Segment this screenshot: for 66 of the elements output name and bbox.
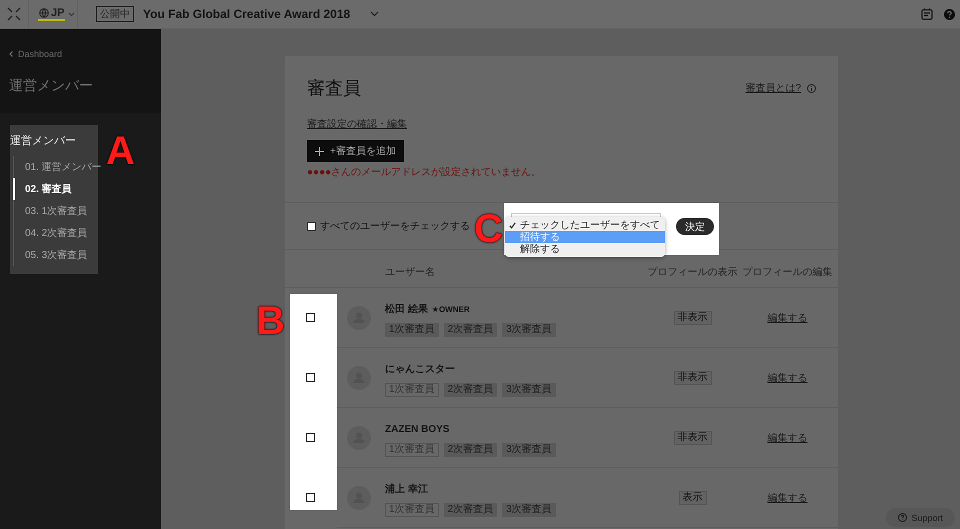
menu-option[interactable]: 解除する (505, 243, 665, 255)
checkbox[interactable] (306, 433, 315, 442)
role-tag: 3次審査員 (502, 382, 556, 396)
role-tag: 2次審査員 (444, 502, 498, 516)
checkbox[interactable] (306, 493, 315, 502)
column-header: ユーザー名 (385, 266, 436, 278)
visibility-badge[interactable]: 非表示 (674, 430, 712, 444)
support-button[interactable]: Support (886, 508, 955, 527)
page-title: 審査員 (307, 77, 361, 100)
project-title[interactable]: You Fab Global Creative Award 2018 (143, 7, 350, 21)
role-tag: 3次審査員 (502, 322, 556, 336)
column-header: プロフィールの表示 (646, 266, 738, 278)
role-tag: 3次審査員 (502, 502, 556, 516)
calendar-icon[interactable] (921, 8, 933, 20)
sidebar-item[interactable]: 05. 3次審査員 (13, 244, 88, 266)
callout-letter: A (106, 135, 135, 167)
caret-icon[interactable] (68, 12, 76, 16)
caret-icon[interactable] (370, 11, 380, 17)
sidebar-item[interactable]: 03. 1次審査員 (13, 200, 88, 222)
globe-icon (39, 8, 49, 18)
visibility-badge[interactable]: 表示 (678, 490, 706, 504)
help-icon (898, 513, 908, 522)
help-link[interactable]: 審査員とは? (745, 81, 801, 95)
info-icon[interactable] (807, 84, 816, 92)
edit-link[interactable]: 編集する (768, 430, 808, 444)
edit-link[interactable]: 編集する (768, 310, 808, 324)
callout-letter: B (256, 305, 285, 337)
menu-heading: 運営メンバー (10, 134, 76, 148)
role-tag: 1次審査員 (385, 322, 439, 336)
column-header: プロフィールの編集 (742, 266, 834, 278)
role-tag: 2次審査員 (444, 382, 498, 396)
menu-option[interactable]: チェックしたユーザーをすべて (505, 219, 665, 231)
language-selector[interactable]: JP (38, 8, 66, 20)
edit-link[interactable]: 編集する (768, 490, 808, 504)
sidebar-item[interactable]: 04. 2次審査員 (13, 222, 88, 244)
collapse-icon[interactable] (7, 7, 21, 21)
settings-link[interactable]: 審査設定の確認・編集 (307, 117, 407, 131)
sidebar-title: 運営メンバー (9, 77, 93, 95)
add-judge-button[interactable]: +審査員を追加 (307, 140, 404, 162)
plus-icon (315, 146, 324, 156)
role-tag: 2次審査員 (444, 442, 498, 456)
user-name: 浦上 幸江 (385, 482, 428, 496)
dashboard-link[interactable]: Dashboard (18, 49, 62, 59)
checkbox[interactable] (307, 222, 316, 230)
checkbox[interactable] (306, 373, 315, 382)
visibility-badge[interactable]: 非表示 (674, 310, 712, 324)
user-name: ZAZEN BOYS (385, 424, 450, 434)
role-tag: 2次審査員 (444, 322, 498, 336)
help-icon[interactable] (944, 8, 955, 20)
check-all-label[interactable]: すべてのユーザーをチェックする (320, 219, 470, 233)
checkbox[interactable] (306, 313, 315, 322)
sidebar-item[interactable]: 02. 審査員 (13, 178, 72, 200)
back-icon[interactable] (9, 51, 13, 57)
user-name: 松田 絵果 (385, 302, 428, 316)
check-icon (509, 222, 516, 228)
visibility-badge[interactable]: 非表示 (674, 370, 712, 384)
callout-letter: C (474, 213, 503, 245)
role-tag: 3次審査員 (502, 442, 556, 456)
edit-link[interactable]: 編集する (768, 370, 808, 384)
sidebar-item[interactable]: 01. 運営メンバー (13, 156, 102, 178)
user-name: にゃんこスター (385, 362, 455, 376)
submit-button[interactable]: 決定 (676, 218, 714, 235)
menu-option[interactable]: 招待する (505, 231, 665, 243)
error-message: ●●●●さんのメールアドレスが設定されていません。 (307, 166, 542, 179)
owner-label: ★OWNER (432, 304, 470, 314)
status-badge: 公開中 (96, 6, 134, 22)
